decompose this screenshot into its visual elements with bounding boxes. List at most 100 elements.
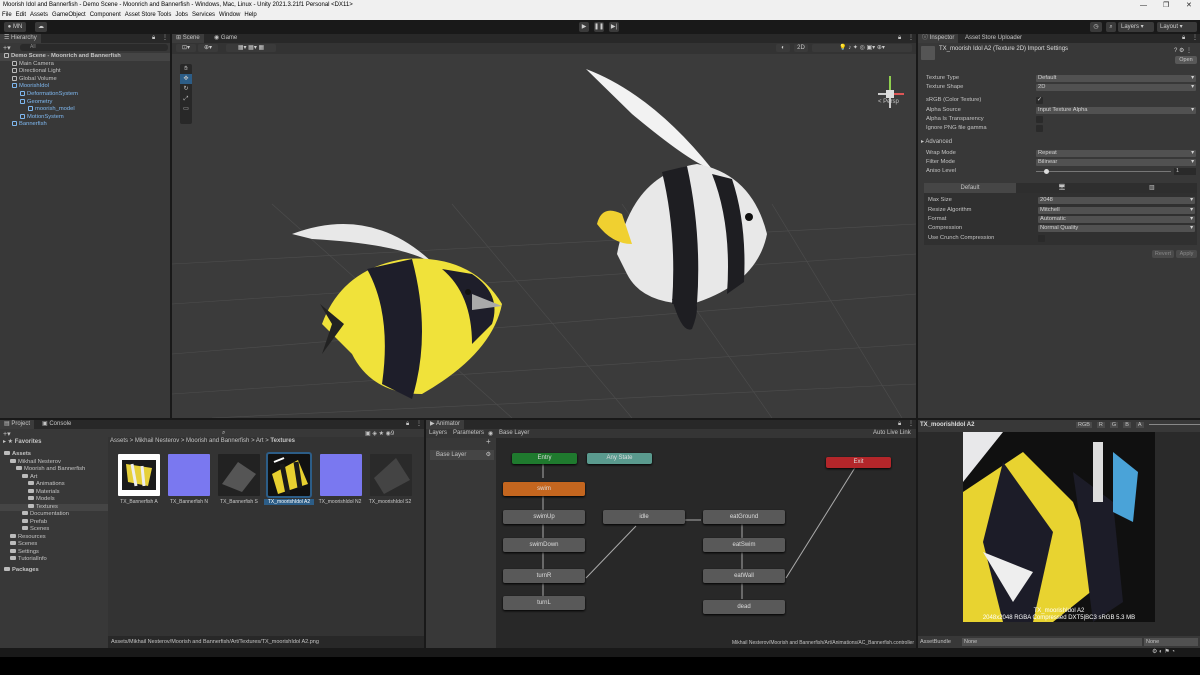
scene-view-options[interactable]: 💡 ♪ ✦ ◎ ▣▾ ⊕▾ [812,44,912,52]
add-icon[interactable]: +▾ [3,430,11,438]
project-tree-item[interactable]: Resources [0,534,108,542]
project-tree-item[interactable]: Materials [0,489,108,497]
state-entry[interactable]: Entry [512,453,577,464]
lock-icon[interactable]: 🔒︎ [898,34,901,43]
add-layer-icon[interactable]: + [486,437,491,446]
advanced-foldout[interactable]: ▸ Advanced [921,138,952,145]
file-label[interactable]: TX_moorishIdol S2 [365,499,415,505]
property-dropdown[interactable]: Mitchell ▾ [1038,207,1195,214]
bannerfish-fish[interactable] [586,69,767,330]
state-exit[interactable]: Exit [826,457,891,468]
menu-component[interactable]: Component [90,12,121,18]
kebab-icon[interactable]: ⋮ [908,34,914,43]
lock-icon[interactable]: 🔒︎ [152,34,155,43]
project-tree-item[interactable]: Assets [0,451,108,459]
state-swimdown[interactable]: swimDown [503,538,585,552]
favorites-header[interactable]: ▸ ★ Favorites [3,438,41,445]
hierarchy-item[interactable]: Main Camera [0,60,170,69]
eye-icon[interactable]: ◉ [488,430,493,437]
search-icon[interactable]: ⌕ [1106,22,1116,32]
hierarchy-item[interactable]: Bannerfish [0,121,170,129]
state-dead[interactable]: dead [703,600,785,614]
hierarchy-item[interactable]: Geometry [0,98,170,107]
property-dropdown[interactable]: Input Texture Alpha ▾ [1036,107,1196,114]
breadcrumb[interactable]: Assets > Mikhail Nesterov > Moorish and … [110,438,295,444]
draw-mode-dropdown[interactable]: ⊡▾ [176,44,196,52]
menu-assets[interactable]: Assets [30,12,48,18]
menu-jobs[interactable]: Jobs [175,12,188,18]
hierarchy-item[interactable]: MoorishIdol [0,83,170,91]
property-dropdown[interactable]: Default ▾ [1036,75,1196,82]
project-tree-item[interactable]: Prefab [0,519,108,527]
hierarchy-item[interactable]: moorish_model [0,106,170,114]
thumb-bannerfish-s[interactable] [218,454,260,496]
scene-viewport[interactable] [172,54,916,418]
lock-icon[interactable]: 🔒︎ [898,420,901,429]
preview-slider[interactable] [1148,424,1200,426]
project-tree-item[interactable]: Settings [0,549,108,557]
layer-breadcrumb[interactable]: Base Layer [499,430,529,436]
base-layer-item[interactable]: Base Layer ⚙ [430,450,494,460]
hierarchy-search-input[interactable]: All [20,44,168,51]
minimize-icon[interactable]: — [1140,0,1147,11]
tab-asset-store-uploader[interactable]: Asset Store Uploader [961,34,1026,43]
platform-tab-icon[interactable]: ▥ [1149,184,1155,191]
project-tree-item[interactable]: Scenes [0,541,108,549]
mode-2d-button[interactable]: 2D [794,44,808,52]
channel-g-button[interactable]: G [1109,422,1119,428]
shading-icon[interactable]: ◐ [776,44,790,52]
thumb-moorishidol-n2[interactable] [320,454,362,496]
parameters-tab[interactable]: Parameters [453,430,484,436]
file-label[interactable]: TX_Bannerfish A [114,499,164,505]
layers-tab[interactable]: Layers [429,430,447,436]
project-tree-item[interactable]: Models [0,496,108,504]
channel-b-button[interactable]: B [1123,422,1131,428]
property-checkbox[interactable] [1036,125,1043,132]
property-checkbox[interactable] [1036,116,1043,123]
state-eatswim[interactable]: eatSwim [703,538,785,552]
state-swimup[interactable]: swimUp [503,510,585,524]
file-label[interactable]: TX_Bannerfish N [164,499,214,505]
kebab-icon[interactable]: ⋮ [416,420,422,429]
project-tree-item[interactable]: Art [0,474,108,482]
property-dropdown[interactable]: 2048 ▾ [1038,197,1195,204]
property-checkbox[interactable]: ✓ [1036,97,1043,104]
state-eatwall[interactable]: eatWall [703,569,785,583]
tab-inspector[interactable]: ⓘ Inspector [918,34,959,43]
project-tree-item[interactable]: Moorish and Bannerfish [0,466,108,474]
menu-gameobject[interactable]: GameObject [52,12,86,18]
tab-hierarchy[interactable]: ☰ Hierarchy [0,34,41,43]
property-dropdown[interactable]: 2D ▾ [1036,84,1196,91]
thumb-bannerfish-a[interactable] [118,454,160,496]
thumb-moorishidol-s2[interactable] [370,454,412,496]
project-tree-item[interactable]: Animations [0,481,108,489]
state-eatground[interactable]: eatGround [703,510,785,524]
project-tree-item[interactable]: Packages [0,567,108,575]
thumb-bannerfish-n[interactable] [168,454,210,496]
state-idle[interactable]: idle [603,510,685,524]
lock-icon[interactable]: 🔒︎ [1182,34,1185,43]
state-any[interactable]: Any State [587,453,652,464]
project-tree-item[interactable]: Documentation [0,511,108,519]
hierarchy-item[interactable]: MotionSystem [0,113,170,122]
project-tree-item[interactable]: Mikhail Nesterov [0,459,108,467]
channel-a-button[interactable]: A [1135,422,1144,428]
state-turnr[interactable]: turnR [503,569,585,583]
property-dropdown[interactable]: Repeat ▾ [1036,150,1196,157]
pause-button[interactable]: ❚❚ [594,22,604,32]
grid-snap-tools[interactable]: ▦▾ ▦▾ ▦ [226,44,276,52]
hierarchy-item[interactable]: DeformationSystem [0,91,170,99]
thumb-moorishidol-a2[interactable] [266,452,312,498]
tab-console[interactable]: ▣ Console [38,420,75,429]
kebab-icon[interactable]: ⋮ [162,34,168,43]
property-dropdown[interactable]: Normal Quality ▾ [1038,225,1195,232]
account-button[interactable]: ● MN [4,22,26,32]
history-icon[interactable]: ◷ [1090,22,1102,32]
status-icons[interactable]: ⚙ ◐ ⚑ ◔ [1152,648,1175,655]
close-icon[interactable]: ✕ [1186,0,1192,11]
revert-button[interactable]: Revert [1152,250,1174,258]
assetbundle-dropdown[interactable]: None [962,638,1142,646]
tab-project[interactable]: ▤ Project [0,420,35,429]
layers-dropdown[interactable]: Layers ▾ [1118,22,1154,32]
help-icon[interactable]: ? ⚙ ⋮ [1174,47,1192,54]
